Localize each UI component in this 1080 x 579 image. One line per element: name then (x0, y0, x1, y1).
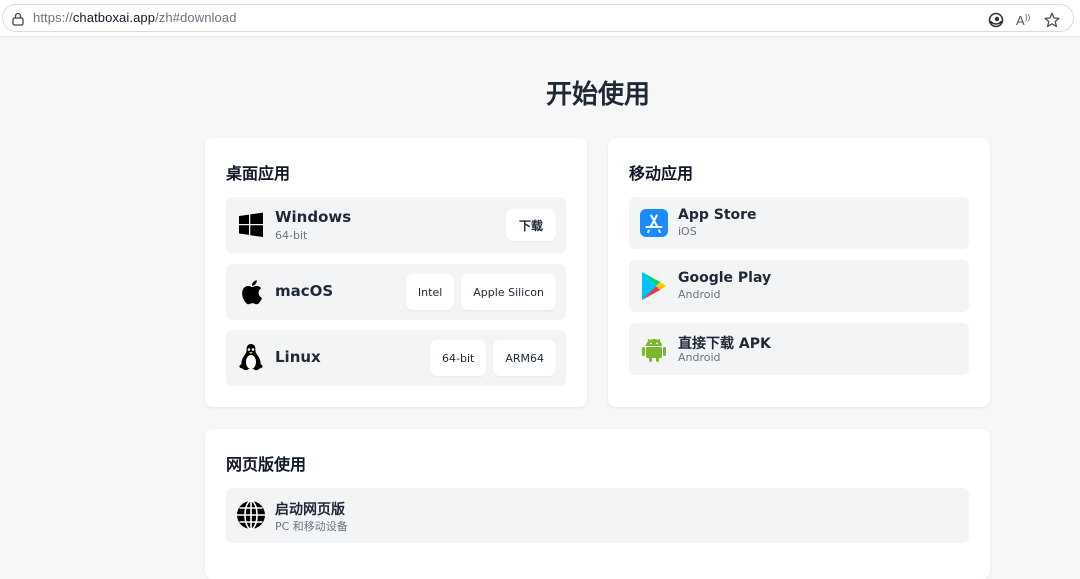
macos-apple-silicon-button[interactable]: Apple Silicon (461, 274, 556, 310)
mobile-apps-card: 移动应用 App Store iOS Google Play Android 直… (608, 138, 990, 407)
launch-web-row[interactable]: 启动网页版 PC 和移动设备 (226, 488, 969, 543)
desktop-apps-card: 桌面应用 Windows 64-bit 下载 macOS Intel Apple… (205, 138, 587, 407)
windows-download-button[interactable]: 下载 (505, 209, 556, 241)
web-title: 网页版使用 (226, 455, 307, 474)
appstore-platform: iOS (678, 225, 697, 238)
linux-label: Linux (275, 348, 321, 366)
globe-icon (236, 500, 266, 530)
favorite-star-icon[interactable] (1043, 11, 1061, 29)
browser-toolbar: https://chatboxai.app/zh#download A)) (0, 0, 1080, 37)
launch-web-devices: PC 和移动设备 (275, 520, 348, 533)
appstore-label: App Store (678, 207, 757, 223)
appstore-row[interactable]: App Store iOS (629, 197, 969, 249)
googleplay-label: Google Play (678, 270, 772, 286)
macos-row: macOS Intel Apple Silicon (226, 264, 566, 320)
url-path: /zh#download (155, 10, 237, 25)
edge-tracking-icon[interactable] (987, 11, 1005, 29)
google-play-icon (639, 271, 669, 301)
linux-row: Linux 64-bit ARM64 (226, 330, 566, 386)
url-prefix: https:// (33, 10, 73, 25)
desktop-apps-title: 桌面应用 (226, 164, 291, 183)
linux-64bit-button[interactable]: 64-bit (430, 340, 487, 376)
apk-platform: Android (678, 351, 721, 364)
googleplay-row[interactable]: Google Play Android (629, 260, 969, 312)
read-aloud-icon[interactable]: A)) (1015, 11, 1033, 29)
apple-icon (236, 277, 266, 307)
page-title: 开始使用 (545, 80, 650, 110)
svg-text:)): )) (1025, 13, 1031, 22)
address-bar[interactable]: https://chatboxai.app/zh#download A)) (2, 4, 1074, 32)
macos-label: macOS (275, 282, 334, 300)
url-text[interactable]: https://chatboxai.app/zh#download (33, 10, 237, 25)
linux-tux-icon (236, 343, 266, 373)
windows-label: Windows (275, 208, 352, 226)
mobile-apps-title: 移动应用 (629, 164, 694, 183)
url-host: chatboxai.app (72, 10, 156, 25)
googleplay-platform: Android (678, 288, 721, 301)
windows-icon (236, 210, 266, 240)
linux-arm64-button[interactable]: ARM64 (493, 340, 556, 376)
apk-label: 直接下载 APK (678, 336, 771, 352)
web-card: 网页版使用 启动网页版 PC 和移动设备 (205, 429, 990, 579)
lock-icon[interactable] (12, 12, 24, 26)
appstore-icon (639, 208, 669, 238)
windows-row: Windows 64-bit 下载 (226, 197, 566, 253)
apk-row[interactable]: 直接下载 APK Android (629, 323, 969, 375)
android-icon (639, 334, 669, 364)
launch-web-label: 启动网页版 (275, 502, 345, 518)
svg-text:A: A (1016, 13, 1025, 28)
macos-intel-button[interactable]: Intel (405, 274, 455, 310)
windows-arch: 64-bit (275, 229, 308, 242)
